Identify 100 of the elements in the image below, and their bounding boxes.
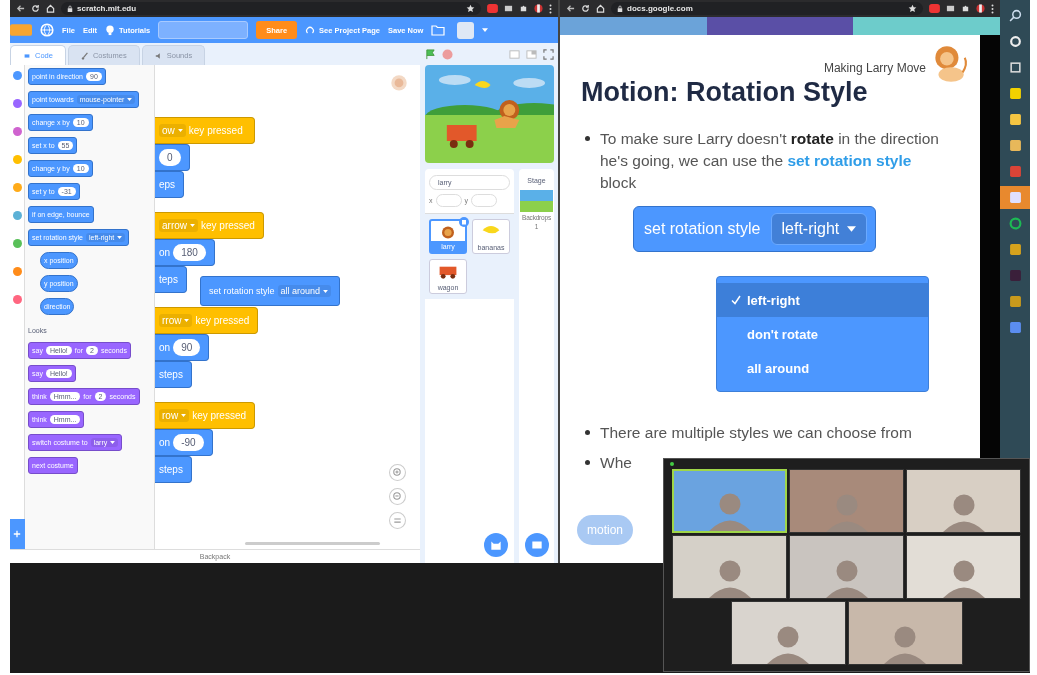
zoom-in-icon[interactable] (389, 464, 406, 481)
block-label: on (159, 342, 171, 353)
remix-icon (305, 24, 316, 36)
puzzle-icon[interactable] (961, 4, 970, 13)
stop-icon[interactable] (442, 48, 453, 60)
reset-zoom-icon[interactable] (389, 512, 406, 529)
reload-icon[interactable] (31, 4, 40, 13)
block-input[interactable]: 0 (159, 149, 181, 166)
category-dot[interactable] (12, 183, 22, 192)
app-icon (1008, 217, 1022, 230)
block-input[interactable]: -90 (173, 434, 204, 451)
menu-option[interactable]: don't rotate (717, 317, 928, 351)
block-label: eps (159, 179, 176, 190)
extension-icon[interactable] (946, 4, 955, 13)
category-dot[interactable] (12, 71, 22, 80)
home-icon[interactable] (596, 4, 605, 13)
menu-icon[interactable] (549, 3, 552, 14)
menu-option[interactable]: all around (717, 351, 928, 385)
block-label: key pressed (195, 315, 250, 326)
block-label: set rotation style (209, 286, 275, 296)
bullet-icon (585, 430, 590, 435)
category-dot[interactable] (12, 295, 22, 304)
choose-backdrop-button[interactable] (524, 533, 549, 557)
code-block[interactable]: on 90 (155, 334, 210, 361)
app-icon (1008, 295, 1022, 308)
menu-icon[interactable] (991, 3, 994, 14)
star-icon[interactable] (908, 4, 917, 13)
reload-icon[interactable] (581, 4, 590, 13)
block-label: steps (159, 369, 183, 380)
project-title-field[interactable] (158, 21, 249, 39)
block-input[interactable]: 90 (173, 339, 201, 356)
small-stage-icon[interactable] (509, 48, 520, 60)
category-dot[interactable] (12, 99, 22, 108)
app-icon (1008, 87, 1022, 100)
lock-icon (67, 4, 73, 13)
category-dot[interactable] (12, 267, 22, 276)
app-icon (1008, 139, 1022, 152)
menu-option[interactable]: left-right (717, 283, 928, 317)
large-stage-icon[interactable] (526, 48, 537, 60)
code-block[interactable]: steps (155, 456, 192, 483)
star-icon[interactable] (466, 4, 475, 13)
folder-icon[interactable] (431, 23, 446, 37)
app-icon (1008, 243, 1022, 256)
address-bar[interactable]: docs.google.com (611, 2, 923, 15)
category-dot[interactable] (12, 127, 22, 136)
caret-icon (323, 289, 329, 293)
code-block[interactable]: on 180 (155, 239, 215, 266)
category-dot[interactable] (12, 239, 22, 248)
block-dropdown[interactable]: left-right (770, 213, 868, 245)
code-block[interactable]: set rotation style all around (200, 276, 341, 306)
code-block[interactable]: eps (155, 171, 185, 198)
lightbulb-icon (105, 24, 116, 36)
bullet-text: There are multiple styles we can choose from (600, 423, 913, 443)
caret-icon (177, 129, 183, 132)
globe-icon[interactable] (40, 23, 54, 37)
extension-icon[interactable] (504, 4, 513, 13)
add-extension-button[interactable] (9, 519, 25, 549)
url-text: scratch.mit.edu (77, 4, 138, 13)
block-label: teps (159, 274, 178, 285)
back-icon[interactable] (16, 4, 25, 13)
puzzle-icon[interactable] (519, 4, 528, 13)
code-block[interactable]: steps (155, 361, 192, 388)
address-bar[interactable]: scratch.mit.edu (61, 2, 481, 15)
code-block[interactable]: 0 (155, 144, 190, 171)
block-label: steps (159, 464, 183, 475)
block-label: key pressed (188, 125, 243, 136)
zoom-out-icon[interactable] (389, 488, 406, 505)
circle-icon (1008, 35, 1022, 48)
backdrop-thumbnail (520, 190, 553, 212)
back-icon[interactable] (566, 4, 575, 13)
task-view-icon (1008, 61, 1022, 74)
status-dot-icon (670, 462, 674, 466)
category-dot[interactable] (12, 211, 22, 220)
code-icon (23, 51, 31, 60)
slide-subtitle: Making Larry Move (823, 61, 926, 75)
code-block[interactable]: on -90 (155, 429, 213, 456)
plus-icon (13, 530, 21, 538)
delete-icon[interactable] (459, 217, 469, 227)
fullscreen-icon[interactable] (543, 48, 554, 60)
app-icon (1008, 191, 1022, 204)
home-icon[interactable] (46, 4, 55, 13)
caret-icon[interactable] (482, 28, 489, 32)
profile-icon[interactable] (976, 4, 985, 13)
block-input[interactable]: 180 (173, 244, 206, 261)
app-icon (1008, 165, 1022, 178)
block-dropdown[interactable]: all around (277, 285, 332, 297)
app-icon (1008, 321, 1022, 334)
code-block[interactable]: teps (155, 266, 187, 293)
block-label: on (159, 437, 171, 448)
choose-sprite-button[interactable] (484, 533, 508, 557)
flag-icon[interactable] (425, 48, 436, 60)
category-dot[interactable] (12, 155, 22, 164)
brush-icon (80, 51, 89, 60)
avatar[interactable] (457, 21, 475, 39)
profile-icon[interactable] (534, 4, 543, 13)
caret-icon (110, 441, 116, 444)
slide-title: Motion: Rotation Style (581, 77, 869, 108)
checkmark-icon (731, 295, 741, 305)
bullet-icon (585, 460, 590, 465)
search-icon (1008, 9, 1022, 22)
